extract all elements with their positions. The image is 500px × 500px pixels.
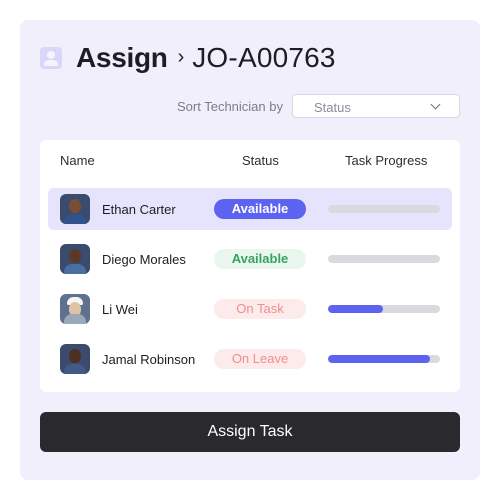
column-header-status: Status [242, 153, 279, 168]
avatar [60, 344, 90, 374]
technician-name: Ethan Carter [102, 202, 176, 217]
task-progress-bar [328, 205, 440, 213]
avatar [60, 194, 90, 224]
avatar [60, 244, 90, 274]
assign-header: Assign › JO-A00763 [40, 42, 336, 74]
avatar [60, 294, 90, 324]
page-title: Assign [76, 42, 168, 73]
assign-panel: Assign › JO-A00763 Sort Technician by St… [20, 20, 480, 480]
status-badge: On Leave [214, 349, 306, 369]
sort-label: Sort Technician by [177, 98, 283, 114]
status-badge: Available [214, 249, 306, 269]
technician-table: Name Status Task Progress Ethan Carter A… [40, 140, 460, 392]
technician-row[interactable]: Li Wei On Task [48, 288, 452, 330]
status-badge: On Task [214, 299, 306, 319]
sort-select[interactable]: Status [292, 94, 460, 118]
task-progress-bar [328, 305, 440, 313]
column-header-name: Name [60, 153, 95, 168]
task-progress-fill [328, 355, 430, 363]
technician-row[interactable]: Ethan Carter Available [48, 188, 452, 230]
user-icon [40, 47, 62, 69]
sort-control: Sort Technician by Status [177, 94, 460, 118]
task-progress-fill [328, 305, 383, 313]
task-progress-bar [328, 255, 440, 263]
chevron-down-icon [430, 99, 441, 110]
sort-select-value: Status [314, 100, 351, 115]
chevron-right-icon: › [177, 45, 185, 68]
technician-row[interactable]: Diego Morales Available [48, 238, 452, 280]
column-header-progress: Task Progress [345, 153, 428, 168]
task-progress-bar [328, 355, 440, 363]
technician-row[interactable]: Jamal Robinson On Leave [48, 338, 452, 380]
job-id: JO-A00763 [192, 42, 336, 73]
technician-name: Li Wei [102, 302, 138, 317]
technician-name: Jamal Robinson [102, 352, 196, 367]
assign-task-button[interactable]: Assign Task [40, 412, 460, 452]
technician-name: Diego Morales [102, 252, 186, 267]
status-badge: Available [214, 199, 306, 219]
